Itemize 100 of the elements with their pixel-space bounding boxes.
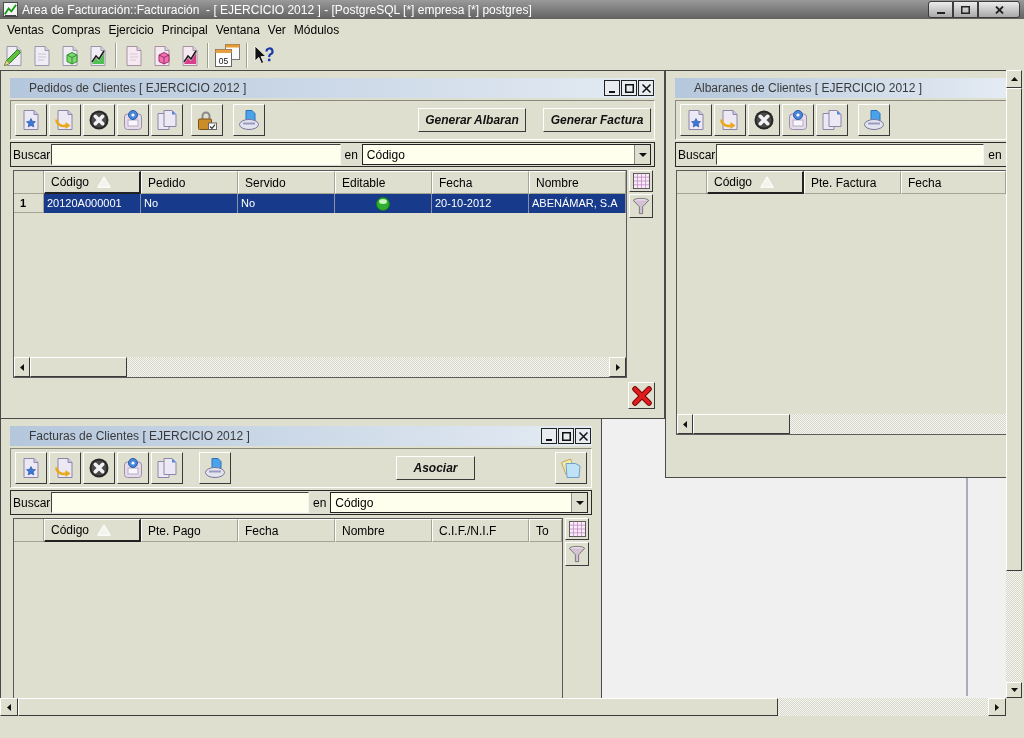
- scrollbar-thumb[interactable]: [18, 698, 778, 716]
- sort-icon: [97, 524, 111, 536]
- close-button[interactable]: [638, 80, 654, 96]
- print-button[interactable]: [199, 452, 231, 484]
- funnel-icon: [633, 197, 649, 215]
- scroll-left-button[interactable]: [14, 357, 30, 377]
- delete-button[interactable]: [748, 104, 780, 136]
- print-button[interactable]: [233, 104, 265, 136]
- delete-button[interactable]: [83, 104, 115, 136]
- clipboard-eye-icon: [123, 458, 143, 478]
- documents-button[interactable]: [555, 452, 587, 484]
- delete-button[interactable]: [83, 452, 115, 484]
- sort-icon: [760, 176, 774, 188]
- column-header[interactable]: Fecha: [432, 171, 529, 194]
- columns-button[interactable]: [565, 518, 589, 540]
- new-button[interactable]: [680, 104, 712, 136]
- document-cube-icon[interactable]: [151, 44, 173, 67]
- document-cube-icon[interactable]: [59, 44, 81, 67]
- edit-button[interactable]: [49, 452, 81, 484]
- action-button[interactable]: Generar Factura: [543, 108, 651, 132]
- view-button[interactable]: [117, 104, 149, 136]
- scrollbar-thumb[interactable]: [1006, 88, 1022, 571]
- column-header[interactable]: Editable: [335, 171, 432, 194]
- columns-button[interactable]: [629, 170, 653, 192]
- caret-icon: [638, 152, 647, 157]
- scrollbar-thumb[interactable]: [693, 414, 790, 434]
- scroll-right-button[interactable]: [609, 357, 626, 377]
- left-arrow-icon: [7, 703, 11, 711]
- documents-icon: [561, 458, 581, 478]
- pencil-document-icon[interactable]: [3, 44, 25, 67]
- column-header[interactable]: Código: [707, 171, 804, 194]
- search-in-label: en: [343, 146, 359, 164]
- close-window-button[interactable]: [628, 382, 655, 409]
- column-header[interactable]: Pedido: [141, 171, 238, 194]
- minimize-button[interactable]: [541, 428, 557, 444]
- scroll-left-button[interactable]: [0, 698, 18, 716]
- field-combo[interactable]: Código: [330, 492, 588, 513]
- new-button[interactable]: [15, 104, 47, 136]
- maximize-icon: [561, 431, 571, 441]
- minimize-button[interactable]: [604, 80, 620, 96]
- menu-item[interactable]: Ejercicio: [105, 22, 157, 38]
- lock-button[interactable]: [191, 104, 223, 136]
- minimize-button[interactable]: [928, 1, 953, 18]
- maximize-button[interactable]: [558, 428, 574, 444]
- column-header[interactable]: Fecha: [238, 519, 335, 542]
- scroll-left-button[interactable]: [677, 414, 693, 434]
- print-button[interactable]: [858, 104, 890, 136]
- document-chart-icon[interactable]: [87, 44, 109, 67]
- grid-icon: [568, 521, 586, 537]
- table-row[interactable]: 20120A000001 No No 20-10-2012 ABENÁMAR, S.A: [44, 194, 626, 213]
- action-button[interactable]: Generar Albaran: [418, 108, 526, 132]
- search-in-label: en: [987, 146, 1003, 164]
- menu-item[interactable]: Módulos: [290, 22, 343, 38]
- scroll-up-button[interactable]: [1006, 70, 1022, 88]
- column-header[interactable]: Pte. Factura: [804, 171, 901, 194]
- view-button[interactable]: [782, 104, 814, 136]
- scroll-right-button[interactable]: [988, 698, 1006, 716]
- two-documents-icon: [822, 110, 842, 130]
- maximize-button[interactable]: [621, 80, 637, 96]
- right-arrow-icon: [995, 703, 999, 711]
- duplicate-button[interactable]: [151, 104, 183, 136]
- maximize-button[interactable]: [953, 1, 978, 18]
- sort-icon: [97, 176, 111, 188]
- column-header[interactable]: Código: [44, 519, 141, 542]
- duplicate-button[interactable]: [816, 104, 848, 136]
- menu-item[interactable]: Ventas: [4, 22, 47, 38]
- search-field[interactable]: [51, 144, 341, 165]
- help-cursor-icon[interactable]: [254, 44, 276, 67]
- scroll-down-button[interactable]: [1006, 682, 1022, 698]
- close-button[interactable]: [575, 428, 591, 444]
- filter-button[interactable]: [629, 194, 653, 218]
- right-arrow-icon: [615, 363, 620, 371]
- menu-item[interactable]: Principal: [158, 22, 211, 38]
- action-button[interactable]: Asociar: [396, 456, 475, 480]
- filter-button[interactable]: [565, 542, 589, 566]
- duplicate-button[interactable]: [151, 452, 183, 484]
- close-icon: [578, 431, 588, 441]
- caret-icon: [575, 500, 584, 505]
- edit-button[interactable]: [49, 104, 81, 136]
- column-header[interactable]: Nombre: [529, 171, 626, 194]
- column-header[interactable]: Servido: [238, 171, 335, 194]
- menu-item[interactable]: Ventana: [212, 22, 263, 38]
- view-button[interactable]: [117, 452, 149, 484]
- field-combo[interactable]: Código: [361, 144, 651, 165]
- search-field[interactable]: [716, 144, 985, 165]
- column-header[interactable]: C.I.F./N.I.F: [432, 519, 529, 542]
- search-field[interactable]: [51, 492, 309, 513]
- scrollbar-thumb[interactable]: [30, 357, 127, 377]
- column-header[interactable]: Pte. Pago: [141, 519, 238, 542]
- left-arrow-icon: [683, 420, 687, 428]
- menu-item[interactable]: Ver: [264, 22, 289, 38]
- column-header[interactable]: Fecha: [901, 171, 1006, 194]
- edit-button[interactable]: [714, 104, 746, 136]
- document-chart-icon[interactable]: [179, 44, 201, 67]
- column-header[interactable]: Nombre: [335, 519, 432, 542]
- close-button[interactable]: [978, 1, 1020, 18]
- clipboard-eye-icon: [788, 110, 808, 130]
- column-header[interactable]: To: [529, 519, 562, 542]
- menu-item[interactable]: Compras: [48, 22, 104, 38]
- new-button[interactable]: [15, 452, 47, 484]
